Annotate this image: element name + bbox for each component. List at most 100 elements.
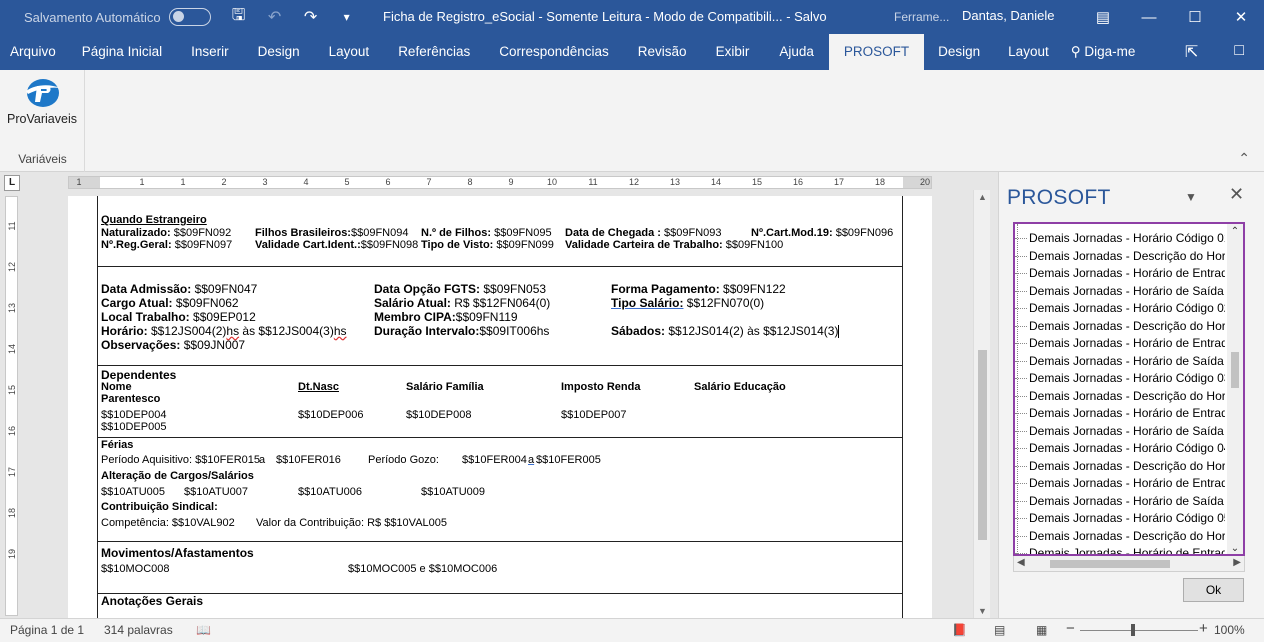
- document-page[interactable]: Quando Estrangeiro Naturalizado: $$09FN0…: [68, 196, 932, 618]
- scroll-up-icon[interactable]: ▲: [974, 192, 991, 202]
- tab-inserir[interactable]: Inserir: [176, 34, 244, 70]
- tree-item[interactable]: Demais Jornadas - Horário Código 05: [1015, 510, 1225, 528]
- tree-item[interactable]: Demais Jornadas - Horário Código 03: [1015, 370, 1225, 388]
- scroll-down-icon[interactable]: ▼: [974, 606, 991, 616]
- tab-pagina-inicial[interactable]: Página Inicial: [68, 34, 176, 70]
- tab-prosoft[interactable]: PROSOFT: [828, 34, 925, 70]
- tree-item[interactable]: Demais Jornadas - Descrição do Horário: [1015, 458, 1225, 476]
- vruler-number: 19: [7, 548, 17, 559]
- tree-item[interactable]: Demais Jornadas - Descrição do Horário: [1015, 318, 1225, 336]
- tree-item[interactable]: Demais Jornadas - Descrição do Horário: [1015, 388, 1225, 406]
- tree-item[interactable]: Demais Jornadas - Horário de Saída 01: [1015, 283, 1225, 301]
- tree-item[interactable]: Demais Jornadas - Horário de Entrada: [1015, 335, 1225, 353]
- undo-icon[interactable]: ↶: [265, 7, 285, 27]
- tree-scroll-up-icon[interactable]: ⌃: [1227, 226, 1243, 237]
- horizontal-ruler[interactable]: 1 1 1 2 3 4 5 6 7 8 9 10 11 12 13 14 15 …: [68, 176, 932, 189]
- ok-button[interactable]: Ok: [1183, 578, 1244, 602]
- document-scrollbar[interactable]: ▲ ▼: [973, 190, 990, 618]
- field-value: $$09FN062: [172, 296, 239, 310]
- ruler-number: 1: [76, 177, 82, 187]
- comments-icon[interactable]: □: [1234, 42, 1244, 62]
- scroll-right-icon[interactable]: ▶: [1233, 557, 1241, 568]
- zoom-in-icon[interactable]: +: [1199, 620, 1208, 637]
- share-icon[interactable]: ⇱: [1185, 42, 1198, 62]
- collapse-ribbon-icon[interactable]: ⌃: [1238, 150, 1250, 167]
- ribbon-display-options-icon[interactable]: ▤: [1080, 0, 1126, 34]
- word-count[interactable]: 314 palavras: [104, 623, 173, 637]
- tree-item[interactable]: Demais Jornadas - Horário de Saída 03: [1015, 423, 1225, 441]
- field-value: $$12FN070(0): [683, 296, 765, 310]
- ruler-number: 9: [508, 177, 514, 187]
- pane-close-icon[interactable]: ✕: [1229, 184, 1244, 205]
- tab-layout[interactable]: Layout: [314, 34, 385, 70]
- zoom-slider[interactable]: [1080, 630, 1198, 631]
- user-name[interactable]: Dantas, Daniele: [962, 8, 1055, 23]
- web-layout-icon[interactable]: ▦: [1036, 623, 1047, 637]
- vruler-number: 15: [7, 384, 17, 395]
- tree-scroll-down-icon[interactable]: ⌄: [1227, 543, 1243, 554]
- tab-referencias[interactable]: Referências: [384, 34, 484, 70]
- tree-item[interactable]: Demais Jornadas - Horário de Entrada: [1015, 405, 1225, 423]
- tell-me-label: Diga-me: [1084, 44, 1136, 59]
- tab-arquivo[interactable]: Arquivo: [0, 34, 68, 70]
- ruler-number: 14: [710, 177, 722, 187]
- scroll-left-icon[interactable]: ◀: [1017, 557, 1025, 568]
- tree-item[interactable]: Demais Jornadas - Horário Código 01: [1015, 230, 1225, 248]
- ruler-number: 13: [669, 177, 681, 187]
- ruler-number: 4: [303, 177, 309, 187]
- pane-options-icon[interactable]: ▼: [1185, 190, 1197, 204]
- tab-selector[interactable]: L: [4, 175, 20, 191]
- tab-tell-me[interactable]: ⚲ Diga-me: [1063, 34, 1144, 70]
- zoom-out-icon[interactable]: −: [1066, 620, 1075, 637]
- tree-item[interactable]: Demais Jornadas - Horário Código 02: [1015, 300, 1225, 318]
- tree-scroll-thumb[interactable]: [1231, 352, 1239, 388]
- minimize-icon[interactable]: —: [1126, 0, 1172, 34]
- tree-item[interactable]: Demais Jornadas - Horário de Saída 02: [1015, 353, 1225, 371]
- tab-layout-2[interactable]: Layout: [994, 34, 1063, 70]
- proofing-icon[interactable]: 📖: [196, 623, 211, 637]
- page-count[interactable]: Página 1 de 1: [10, 623, 84, 637]
- tab-exibir[interactable]: Exibir: [701, 34, 765, 70]
- tree-item[interactable]: Demais Jornadas - Horário Código 04: [1015, 440, 1225, 458]
- close-icon[interactable]: ✕: [1218, 0, 1264, 34]
- field-value: $$09FN096: [832, 227, 894, 239]
- scroll-thumb[interactable]: [978, 350, 987, 540]
- vruler-number: 17: [7, 466, 17, 477]
- ruler-number: 7: [426, 177, 432, 187]
- tree-item[interactable]: Demais Jornadas - Horário de Saída 04: [1015, 493, 1225, 511]
- column-header: Dt.Nasc: [298, 381, 339, 393]
- tree-item[interactable]: Demais Jornadas - Horário de Entrada: [1015, 265, 1225, 283]
- tree-scrollbar[interactable]: ⌃ ⌄: [1227, 224, 1243, 554]
- read-mode-icon[interactable]: 📕: [952, 623, 967, 637]
- tree-item[interactable]: Demais Jornadas - Descrição do Horário: [1015, 528, 1225, 546]
- tree-item[interactable]: Demais Jornadas - Horário de Entrada: [1015, 545, 1225, 554]
- maximize-icon[interactable]: ☐: [1172, 0, 1218, 34]
- hscroll-thumb[interactable]: [1050, 560, 1170, 568]
- field-value: Valor da Contribuição: R$ $$10VAL005: [256, 517, 447, 529]
- tab-design[interactable]: Design: [244, 34, 314, 70]
- field-value: $$10FER016: [276, 454, 341, 466]
- print-layout-icon[interactable]: ▤: [994, 623, 1005, 637]
- redo-icon[interactable]: ↷: [301, 7, 321, 27]
- tab-design-2[interactable]: Design: [924, 34, 994, 70]
- save-icon[interactable]: 🖫: [229, 4, 249, 31]
- tab-correspondencias[interactable]: Correspondências: [484, 34, 624, 70]
- autosave-toggle[interactable]: [168, 8, 211, 26]
- customize-qat-icon[interactable]: ▾: [337, 10, 357, 24]
- zoom-level[interactable]: 100%: [1214, 623, 1245, 637]
- field-value: $$12JS004(2): [147, 324, 227, 338]
- vertical-ruler[interactable]: 11 12 13 14 15 16 17 18 19: [5, 196, 18, 616]
- field-label: Validade Cart.Ident.:: [255, 239, 361, 251]
- variables-tree[interactable]: Demais Jornadas - Horário Código 01 Dema…: [1013, 222, 1245, 556]
- tree-item[interactable]: Demais Jornadas - Descrição do Horário: [1015, 248, 1225, 266]
- tree-hscrollbar[interactable]: ◀ ▶: [1013, 556, 1245, 572]
- field-value: $$10FER005: [536, 454, 601, 466]
- section-admissao: Data Admissão: $$09FN047 Data Opção FGTS…: [98, 267, 902, 366]
- field-label: Sábados:: [611, 324, 666, 338]
- tree-item[interactable]: Demais Jornadas - Horário de Entrada: [1015, 475, 1225, 493]
- zoom-slider-thumb[interactable]: [1131, 624, 1135, 636]
- provariaveis-button[interactable]: ProVariaveis: [6, 76, 78, 126]
- tab-ajuda[interactable]: Ajuda: [764, 34, 829, 70]
- field-label: Duração Intervalo:: [374, 324, 480, 338]
- tab-revisao[interactable]: Revisão: [624, 34, 701, 70]
